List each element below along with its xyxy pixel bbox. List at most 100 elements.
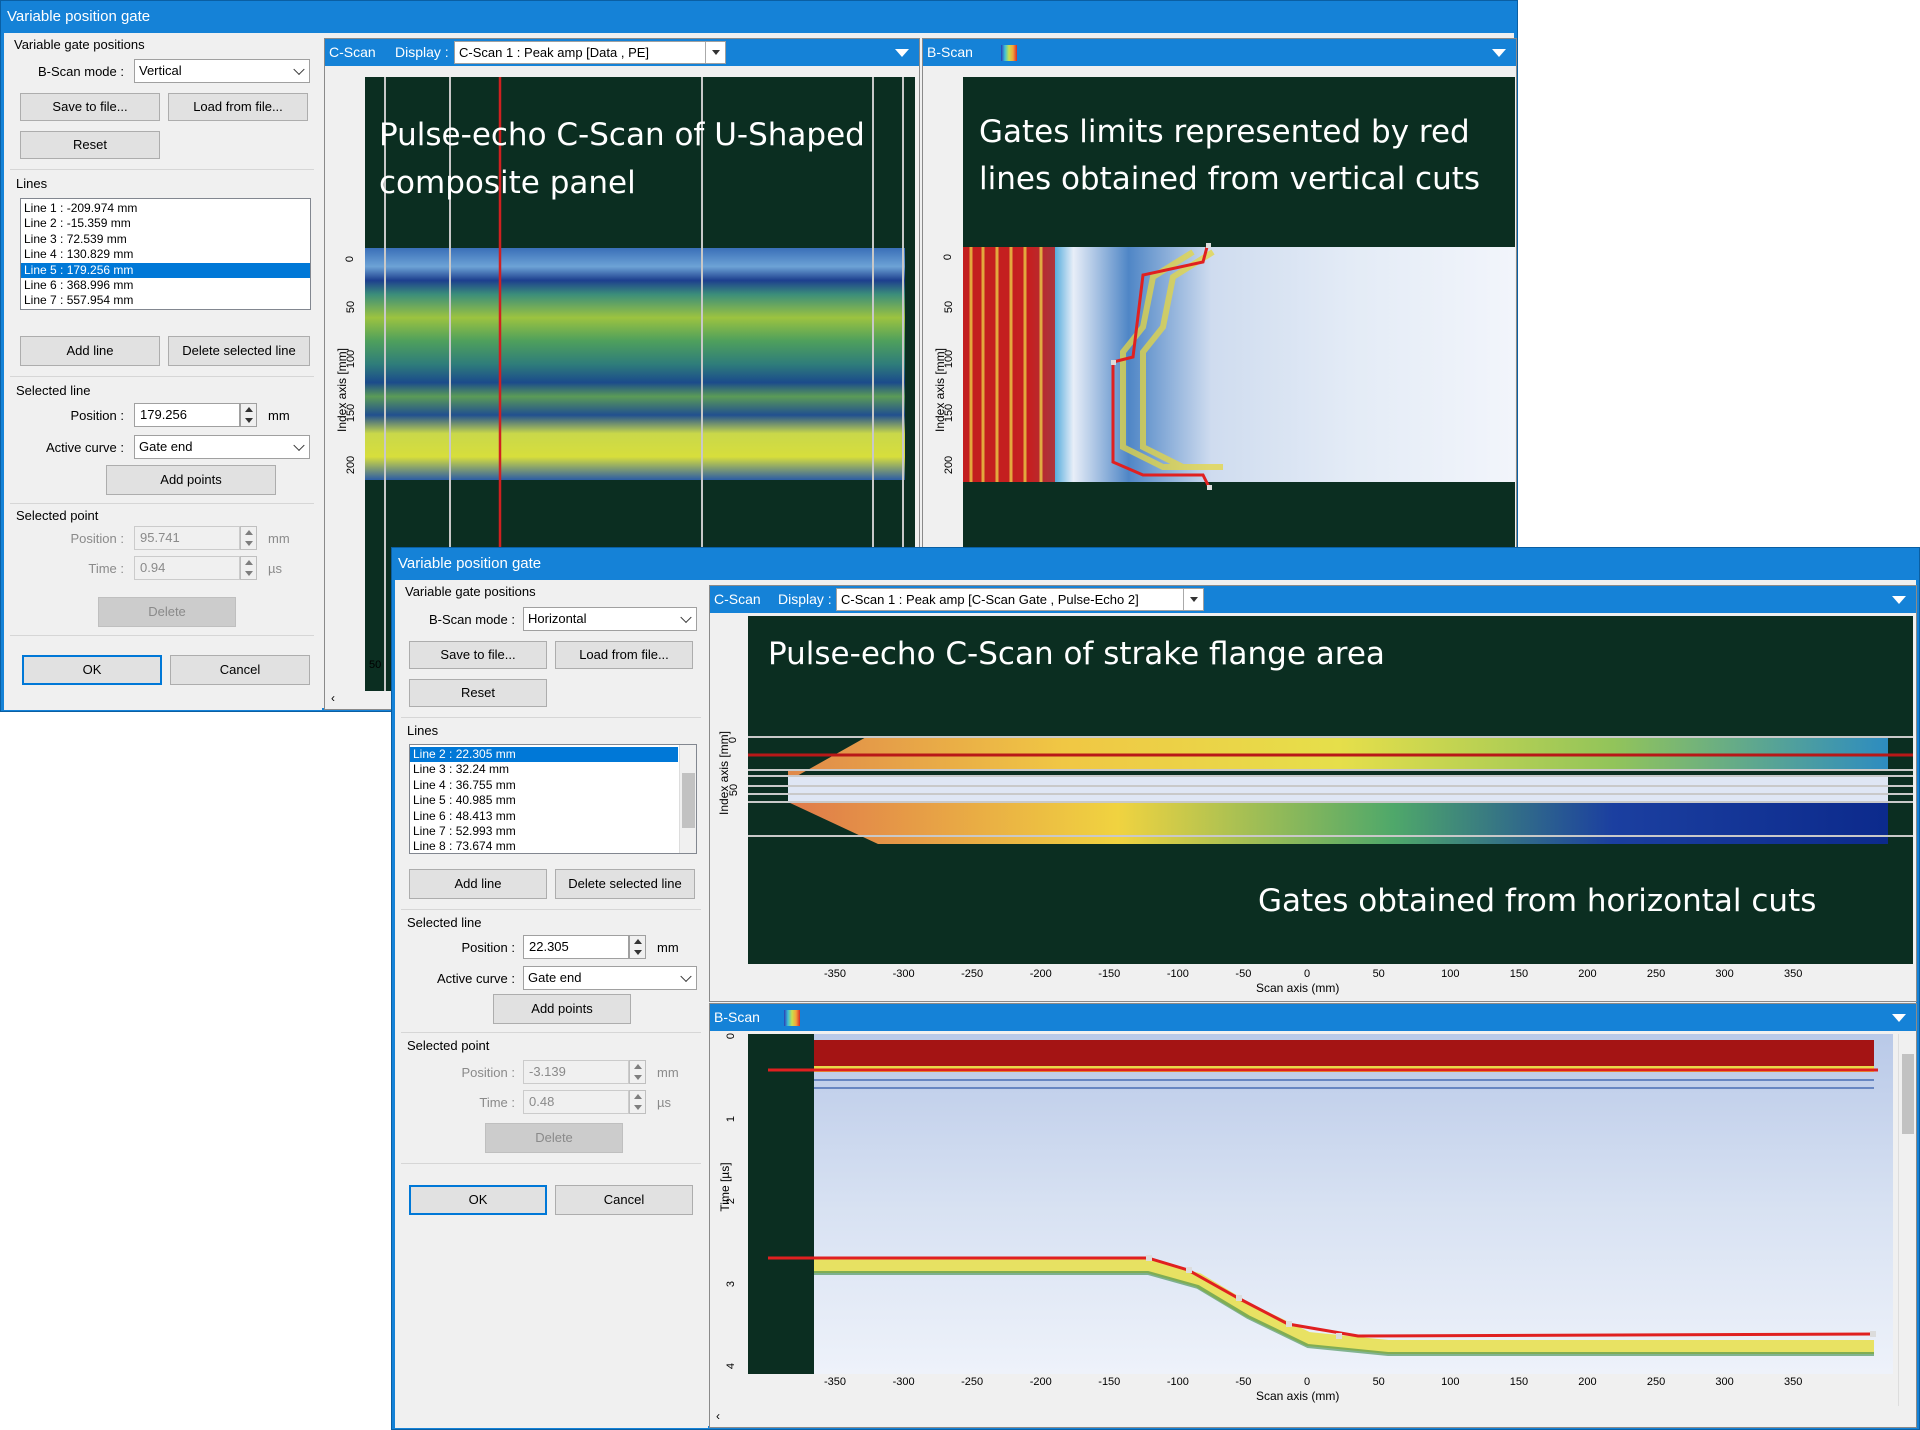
ok-button[interactable]: OK (409, 1185, 547, 1215)
active-curve-label: Active curve : (45, 440, 124, 455)
bscan-plot[interactable] (748, 1034, 1893, 1374)
lines-scrollbar[interactable] (679, 745, 696, 853)
point-position-stepper[interactable] (629, 1060, 646, 1084)
list-item[interactable]: Line 6 : 368.996 mm (21, 278, 310, 293)
lines-listbox[interactable]: Line 1 : -209.974 mm Line 2 : -15.359 mm L… (20, 198, 311, 310)
time-input[interactable]: 0.94 (134, 556, 240, 580)
position-stepper[interactable] (240, 403, 257, 427)
xtick: -350 (824, 1376, 847, 1388)
ytick: 2 (725, 1197, 738, 1205)
list-item[interactable]: Line 5 : 40.985 mm (410, 793, 678, 808)
control-panel: Variable gate positions B-Scan mode : Ve… (4, 33, 322, 710)
list-item[interactable]: Line 6 : 48.413 mm (410, 809, 678, 824)
annotation-line-2: composite panel (379, 165, 636, 201)
active-curve-select[interactable]: Gate end (134, 435, 310, 459)
time-stepper[interactable] (240, 556, 257, 580)
list-item[interactable]: Line 8 : 73.674 mm (410, 839, 678, 853)
position-input[interactable]: 179.256 (134, 403, 240, 427)
cscan-title: C-Scan (329, 44, 376, 60)
bscan-mode-select[interactable]: Vertical (134, 59, 310, 83)
point-position-input[interactable]: -3.139 (523, 1060, 629, 1084)
list-item[interactable]: Line 3 : 32.24 mm (410, 762, 678, 777)
save-to-file-button[interactable]: Save to file... (20, 93, 160, 121)
cscan-title: C-Scan (714, 591, 761, 607)
xtick: 50 (369, 659, 382, 671)
delete-selected-line-button[interactable]: Delete selected line (168, 336, 310, 366)
time-input[interactable]: 0.48 (523, 1090, 629, 1114)
delete-selected-line-button[interactable]: Delete selected line (555, 869, 695, 899)
palette-icon[interactable] (1001, 45, 1017, 61)
ok-button[interactable]: OK (22, 655, 162, 685)
panel-menu-icon[interactable] (1892, 596, 1906, 604)
cancel-button[interactable]: Cancel (170, 655, 310, 685)
lines-listbox[interactable]: Line 2 : 22.305 mm Line 3 : 32.24 mm Line … (409, 744, 697, 854)
ytick: 150 (345, 403, 358, 423)
annotation-line-1: Pulse-echo C-Scan of U-Shaped (379, 117, 865, 153)
position-label: Position : (461, 940, 515, 955)
xtick: -50 (1235, 968, 1252, 980)
active-curve-label: Active curve : (436, 971, 515, 986)
save-to-file-button[interactable]: Save to file... (409, 641, 547, 669)
xtick: 250 (1646, 1376, 1666, 1388)
xtick: -300 (892, 968, 915, 980)
active-curve-value: Gate end (139, 439, 193, 454)
panel-menu-icon[interactable] (1892, 1014, 1906, 1022)
bscan-header: B-Scan (710, 1004, 1916, 1031)
add-points-button[interactable]: Add points (493, 994, 631, 1024)
list-item[interactable]: Line 5 : 179.256 mm (21, 262, 310, 278)
list-item[interactable]: Line 7 : 52.993 mm (410, 824, 678, 839)
vertical-scrollbar[interactable] (1898, 1034, 1916, 1406)
xtick: 150 (1509, 1376, 1529, 1388)
cancel-button[interactable]: Cancel (555, 1185, 693, 1215)
display-value: C-Scan 1 : Peak amp [Data , PE] (459, 45, 650, 60)
panel-menu-icon[interactable] (895, 49, 909, 57)
horizontal-scrollbar[interactable]: ‹ (710, 1409, 1916, 1427)
add-line-button[interactable]: Add line (409, 869, 547, 899)
selected-point-label: Selected point (16, 508, 99, 523)
cscan-plot[interactable]: Pulse-echo C-Scan of strake flange area … (748, 616, 1913, 964)
time-stepper[interactable] (629, 1090, 646, 1114)
list-item[interactable]: Line 1 : -209.974 mm (21, 201, 310, 216)
bscan-title: B-Scan (714, 1009, 760, 1025)
point-position-stepper[interactable] (240, 526, 257, 550)
active-curve-select[interactable]: Gate end (523, 966, 697, 990)
xtick: 100 (1441, 1376, 1460, 1388)
divider (401, 909, 701, 910)
list-item[interactable]: Line 2 : -15.359 mm (21, 216, 310, 231)
list-item[interactable]: Line 3 : 72.539 mm (21, 232, 310, 247)
bscan-panel: B-Scan (709, 1003, 1917, 1428)
bscan-mode-select[interactable]: Horizontal (523, 607, 697, 631)
display-select[interactable]: C-Scan 1 : Peak amp [Data , PE] (454, 41, 726, 64)
time-label: Time : (479, 1095, 515, 1110)
list-item[interactable]: Line 4 : 36.755 mm (410, 778, 678, 793)
list-item[interactable]: Line 2 : 22.305 mm (410, 747, 678, 763)
delete-point-button[interactable]: Delete (98, 597, 236, 627)
divider (401, 1032, 701, 1033)
xtick: -350 (824, 968, 847, 980)
xtick: -100 (1166, 968, 1189, 980)
list-item[interactable]: Line 4 : 130.829 mm (21, 247, 310, 262)
position-stepper[interactable] (629, 935, 646, 959)
panel-menu-icon[interactable] (1492, 49, 1506, 57)
delete-point-button[interactable]: Delete (485, 1123, 623, 1153)
add-line-button[interactable]: Add line (20, 336, 160, 366)
display-select[interactable]: C-Scan 1 : Peak amp [C-Scan Gate , Pulse… (836, 588, 1204, 611)
list-item[interactable]: Line 7 : 557.954 mm (21, 293, 310, 308)
selected-line-label: Selected line (407, 915, 482, 930)
add-points-button[interactable]: Add points (106, 465, 276, 495)
xtick: -150 (1098, 1376, 1121, 1388)
point-position-input[interactable]: 95.741 (134, 526, 240, 550)
position-input[interactable]: 22.305 (523, 935, 629, 959)
reset-button[interactable]: Reset (409, 679, 547, 707)
load-from-file-button[interactable]: Load from file... (555, 641, 693, 669)
reset-button[interactable]: Reset (20, 131, 160, 159)
divider (10, 503, 314, 504)
scroll-thumb[interactable] (682, 773, 695, 828)
xtick: -150 (1098, 968, 1121, 980)
load-from-file-button[interactable]: Load from file... (168, 93, 308, 121)
cscan-annotation-bottom: Gates obtained from horizontal cuts (1258, 883, 1817, 919)
xtick: 200 (1578, 968, 1597, 980)
palette-icon[interactable] (784, 1010, 800, 1026)
scroll-thumb[interactable] (1902, 1054, 1914, 1134)
xtick: 300 (1715, 1376, 1734, 1388)
